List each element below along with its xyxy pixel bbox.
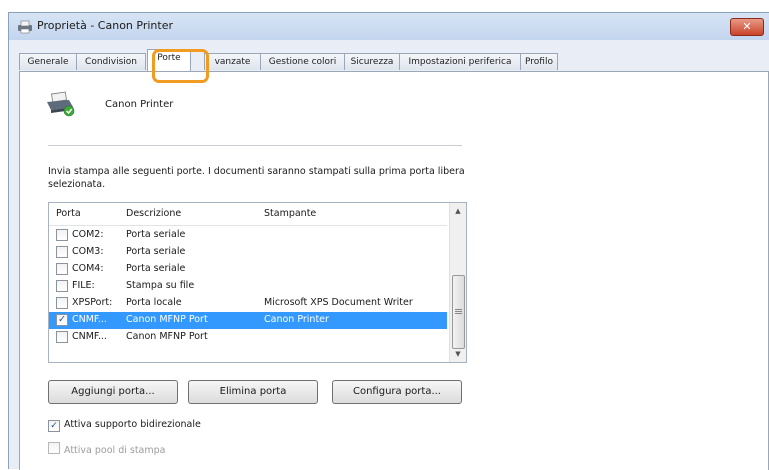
port-list[interactable]: Porta Descrizione Stampante COM2: Porta … (48, 202, 467, 363)
tab-generale[interactable]: Generale (19, 53, 77, 70)
port-desc: Canon MFNP Port (126, 331, 208, 342)
port-row[interactable]: COM2: Porta seriale (49, 227, 447, 244)
port-list-header: Porta Descrizione Stampante (49, 203, 447, 226)
pooling-label: Attiva pool di stampa (64, 445, 166, 456)
configure-port-button[interactable]: Configura porta... (332, 380, 462, 404)
port-checkbox[interactable] (56, 280, 68, 292)
add-port-button[interactable]: Aggiungi porta... (48, 380, 178, 404)
title-bar[interactable]: Proprietà - Canon Printer ✕ (9, 13, 769, 40)
port-name: CNMF... (72, 331, 107, 342)
port-desc: Porta seriale (126, 229, 186, 240)
port-printer: Microsoft XPS Document Writer (264, 297, 413, 308)
window-title: Proprietà - Canon Printer (37, 19, 173, 32)
port-desc: Porta seriale (126, 246, 186, 257)
properties-window: Proprietà - Canon Printer ✕ Generale Con… (8, 12, 769, 470)
port-name: CNMF... (72, 314, 107, 325)
tab-condivisione[interactable]: Condivision (76, 53, 146, 70)
bidirectional-option[interactable]: ✓ Attiva supporto bidirezionale (48, 419, 201, 432)
grip-line (455, 313, 462, 314)
column-header-stampante[interactable]: Stampante (264, 208, 316, 219)
port-name: COM4: (72, 263, 104, 274)
port-row[interactable]: FILE: Stampa su file (49, 278, 447, 295)
tab-impostazioni-periferica[interactable]: Impostazioni periferica (399, 53, 521, 70)
bidirectional-checkbox[interactable]: ✓ (48, 420, 60, 432)
close-button[interactable]: ✕ (730, 18, 764, 36)
port-desc: Porta seriale (126, 263, 186, 274)
port-row[interactable]: CNMF... Canon MFNP Port (49, 329, 447, 346)
printer-icon (18, 20, 32, 34)
port-name: FILE: (72, 280, 95, 291)
port-row[interactable]: COM3: Porta seriale (49, 244, 447, 261)
pooling-checkbox (48, 442, 60, 454)
port-list-scrollbar[interactable]: ▲ ▼ (449, 203, 466, 362)
port-printer: Canon Printer (264, 314, 329, 325)
port-row[interactable]: XPSPort: Porta locale Microsoft XPS Docu… (49, 295, 447, 312)
porte-panel: Canon Printer Invia stampa alle seguenti… (19, 71, 769, 470)
tab-highlight (152, 49, 209, 83)
port-row[interactable]: COM4: Porta seriale (49, 261, 447, 278)
separator (48, 145, 462, 146)
tab-gestione-colori[interactable]: Gestione colori (260, 53, 345, 70)
port-desc: Stampa su file (126, 280, 195, 291)
pooling-option: Attiva pool di stampa (48, 441, 166, 456)
bidirectional-label[interactable]: Attiva supporto bidirezionale (64, 419, 201, 430)
port-checkbox-checked[interactable]: ✓ (56, 314, 68, 326)
scrollbar-thumb[interactable] (452, 275, 465, 349)
port-name: COM2: (72, 229, 104, 240)
grip-line (455, 309, 462, 310)
grip-line (455, 311, 462, 312)
port-checkbox[interactable] (56, 297, 68, 309)
delete-port-button[interactable]: Elimina porta (188, 380, 318, 404)
tab-avanzate[interactable]: vanzate (204, 53, 261, 70)
port-name: XPSPort: (72, 297, 113, 308)
column-header-descrizione[interactable]: Descrizione (126, 208, 181, 219)
tab-sicurezza[interactable]: Sicurezza (344, 53, 400, 70)
tab-profilo[interactable]: Profilo (520, 53, 558, 70)
port-name: COM3: (72, 246, 104, 257)
scroll-up-arrow-icon[interactable]: ▲ (450, 203, 466, 219)
column-header-porta[interactable]: Porta (56, 208, 81, 219)
port-checkbox[interactable] (56, 263, 68, 275)
port-checkbox[interactable] (56, 229, 68, 241)
printer-icon (47, 91, 75, 117)
printer-name: Canon Printer (105, 99, 174, 110)
scroll-down-arrow-icon[interactable]: ▼ (450, 346, 466, 362)
port-checkbox[interactable] (56, 246, 68, 258)
port-row-selected[interactable]: ✓ CNMF... Canon MFNP Port Canon Printer (49, 312, 447, 329)
port-checkbox[interactable] (56, 331, 68, 343)
port-desc: Porta locale (126, 297, 182, 308)
port-description-text: Invia stampa alle seguenti porte. I docu… (48, 166, 465, 190)
port-desc: Canon MFNP Port (126, 314, 208, 325)
